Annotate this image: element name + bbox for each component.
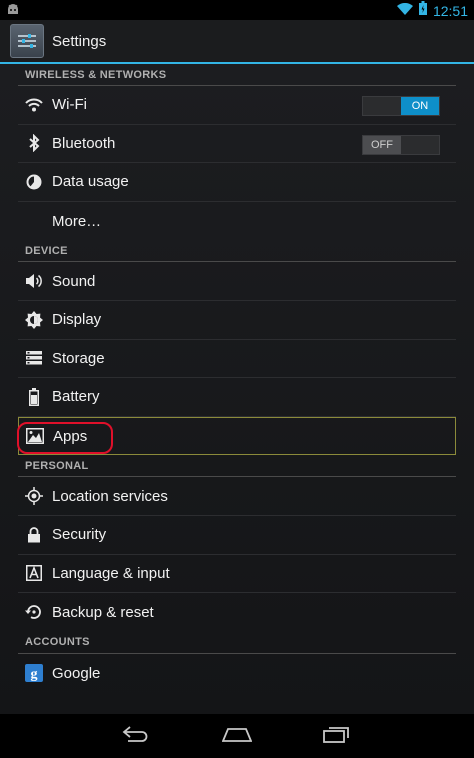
status-clock: 12:51 <box>432 2 468 19</box>
settings-item-language[interactable]: Language & input <box>18 555 456 594</box>
settings-item-apps[interactable]: Apps <box>17 416 456 456</box>
speaker-icon <box>24 271 44 291</box>
settings-item-location[interactable]: Location services <box>18 477 456 516</box>
settings-item-more[interactable]: More… <box>18 202 456 241</box>
settings-item-security[interactable]: Security <box>18 516 456 555</box>
settings-item-label: Data usage <box>52 173 129 191</box>
lock-icon <box>24 525 44 545</box>
settings-item-label: Battery <box>52 388 100 406</box>
bluetooth-icon <box>24 133 44 153</box>
battery-icon <box>418 1 427 20</box>
settings-item-label: More… <box>52 212 102 230</box>
settings-item-label: Display <box>52 311 102 329</box>
settings-item-storage[interactable]: Storage <box>18 340 456 379</box>
brightness-icon <box>24 310 44 330</box>
action-bar: Settings <box>0 20 474 64</box>
home-button[interactable] <box>187 714 287 758</box>
bluetooth-toggle[interactable]: OFF <box>362 134 440 155</box>
svg-text:g: g <box>31 667 38 682</box>
wifi-signal-icon <box>396 2 413 20</box>
settings-item-backup[interactable]: Backup & reset <box>18 593 456 632</box>
settings-item-label: Bluetooth <box>52 134 116 152</box>
google-icon: g <box>24 663 44 683</box>
settings-item-label: Wi-Fi <box>52 96 87 114</box>
settings-item-label: Google <box>52 664 101 682</box>
storage-icon <box>24 348 44 368</box>
settings-item-sound[interactable]: Sound <box>18 262 456 301</box>
settings-list: WIRELESS & NETWORKS Wi-Fi ON Bluetooth O… <box>0 64 474 714</box>
settings-item-label: Sound <box>52 272 96 290</box>
recent-apps-button[interactable] <box>287 714 387 758</box>
settings-item-label: Backup & reset <box>52 603 154 621</box>
navigation-bar <box>0 714 474 758</box>
section-header-device: DEVICE <box>18 240 456 263</box>
settings-item-google[interactable]: g Google <box>18 654 456 693</box>
settings-item-wifi[interactable]: Wi-Fi ON <box>18 86 456 125</box>
recent-apps-icon <box>323 725 351 748</box>
toggle-state: OFF <box>363 135 401 154</box>
settings-item-label: Security <box>52 526 107 544</box>
home-icon <box>221 726 253 747</box>
page-title: Settings <box>52 32 107 50</box>
apps-icon <box>25 426 45 446</box>
settings-item-label: Language & input <box>52 564 170 582</box>
back-button[interactable] <box>87 714 187 758</box>
wifi-toggle[interactable]: ON <box>362 96 440 116</box>
status-bar: 12:51 <box>0 0 474 20</box>
back-arrow-icon <box>122 725 152 748</box>
settings-item-label: Location services <box>52 487 168 505</box>
settings-item-label: Apps <box>53 427 88 445</box>
android-notification-icon <box>6 2 20 20</box>
data-usage-icon <box>24 172 44 192</box>
language-keyboard-icon <box>24 563 44 583</box>
settings-item-label: Storage <box>52 349 105 367</box>
section-header-personal: PERSONAL <box>18 455 456 478</box>
settings-item-data-usage[interactable]: Data usage <box>18 163 456 202</box>
settings-item-display[interactable]: Display <box>18 301 456 340</box>
settings-sliders-icon[interactable] <box>10 24 44 58</box>
settings-item-battery[interactable]: Battery <box>18 378 456 417</box>
settings-item-bluetooth[interactable]: Bluetooth OFF <box>18 125 456 164</box>
battery-icon <box>24 387 44 407</box>
section-header-wireless: WIRELESS & NETWORKS <box>18 64 456 86</box>
backup-restore-icon <box>24 602 44 622</box>
wifi-icon <box>24 95 44 115</box>
location-crosshair-icon <box>24 486 44 506</box>
section-header-accounts: ACCOUNTS <box>18 632 456 654</box>
toggle-state: ON <box>401 97 439 115</box>
